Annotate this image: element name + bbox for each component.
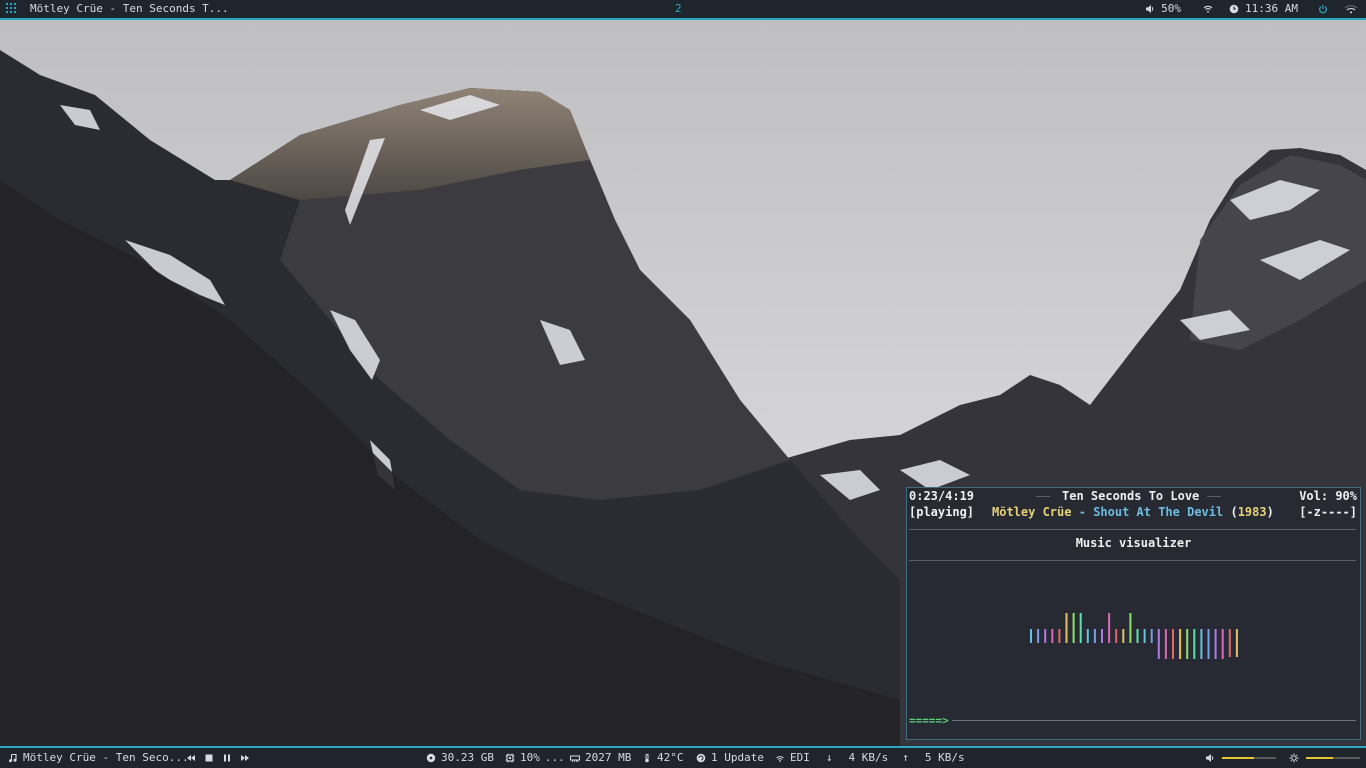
memory-icon <box>570 755 580 762</box>
album-year: 1983 <box>1237 505 1267 519</box>
next-icon[interactable] <box>240 753 250 763</box>
volume-slider-fill <box>1222 757 1255 759</box>
temperature-module[interactable]: 42°C <box>642 748 684 768</box>
progress-track <box>952 720 1356 721</box>
network-module[interactable]: EDI ↓ 4 KB/s ↑ 5 KB/s <box>775 748 965 768</box>
pause-icon[interactable] <box>222 753 232 763</box>
wifi-signal-icon[interactable] <box>1344 4 1358 14</box>
brightness-module[interactable] <box>1289 748 1299 768</box>
download-speed: 4 KB/s <box>848 751 889 764</box>
spectrum-visualizer <box>1030 613 1238 659</box>
song-title: Ten Seconds To Love <box>1062 489 1200 503</box>
album-name: Shout At The Devil <box>1093 505 1224 519</box>
cpu-icon <box>505 753 515 763</box>
active-window-title[interactable]: Mötley Crüe - Ten Seconds T... <box>30 0 229 18</box>
wifi-icon <box>776 756 784 762</box>
workspace-indicator[interactable]: 2 <box>675 0 682 18</box>
elapsed-time: 0:23/4:19 <box>909 489 975 503</box>
update-icon <box>696 753 706 763</box>
screen-title-divider <box>909 560 1356 561</box>
disk-icon <box>426 753 436 763</box>
brightness-slider[interactable] <box>1306 757 1360 759</box>
memory-usage: 2027 MB <box>585 751 632 764</box>
disk-usage: 30.23 GB <box>441 751 494 764</box>
clock-time[interactable]: 11:36 AM <box>1245 0 1298 18</box>
volume-level[interactable]: 50% <box>1161 0 1181 18</box>
speaker-icon[interactable] <box>1145 4 1155 14</box>
network-name: EDI <box>790 751 810 764</box>
upload-speed: 5 KB/s <box>924 751 965 764</box>
apps-grid-icon[interactable] <box>6 3 18 15</box>
year-open: ( <box>1230 505 1238 519</box>
screen-title: Music visualizer <box>1075 536 1192 550</box>
bottom-bar: Mötley Crüe - Ten Seco... 30.23 GB 10% .… <box>0 746 1366 768</box>
year-close: ) <box>1266 505 1274 519</box>
temperature-icon <box>645 754 649 763</box>
stop-icon[interactable] <box>204 753 214 763</box>
now-playing-module[interactable]: Mötley Crüe - Ten Seco... <box>8 748 189 768</box>
volume-module[interactable] <box>1205 748 1215 768</box>
music-player-terminal[interactable]: 0:23/4:19 [playing] Ten Seconds To Love … <box>906 487 1361 740</box>
volume-slider[interactable] <box>1222 757 1276 759</box>
updates-count: 1 Update <box>711 751 764 764</box>
now-playing-text[interactable]: Mötley Crüe - Ten Seco... <box>23 748 189 768</box>
disk-module[interactable]: 30.23 GB <box>426 748 494 768</box>
top-bar: Mötley Crüe - Ten Seconds T... 2 50% 11:… <box>0 0 1366 20</box>
player-volume: Vol: 90% <box>1299 489 1357 503</box>
status-area: 50% 11:36 AM <box>1145 0 1358 18</box>
cpu-more: ... <box>544 751 565 764</box>
song-info-line: Mötley Crüe - Shout At The Devil (1983) <box>992 505 1274 520</box>
progress-arrow: =====> <box>909 714 949 727</box>
artist-name: Mötley Crüe <box>992 505 1072 519</box>
music-note-icon <box>9 753 17 763</box>
player-status: [playing] <box>909 505 975 519</box>
title-rule-right <box>1207 496 1221 497</box>
player-flags: [-z----] <box>1299 505 1357 519</box>
brightness-slider-fill <box>1306 757 1333 759</box>
wifi-icon[interactable] <box>1203 4 1213 14</box>
header-divider <box>909 529 1356 530</box>
cpu-temperature: 42°C <box>657 751 684 764</box>
brightness-icon <box>1289 753 1299 763</box>
previous-icon[interactable] <box>186 753 196 763</box>
info-separator: - <box>1078 505 1086 519</box>
upload-arrow: ↑ <box>902 751 909 764</box>
power-icon[interactable] <box>1318 4 1328 14</box>
download-arrow: ↓ <box>825 751 833 764</box>
title-rule-left <box>1036 496 1050 497</box>
cpu-usage: 10% <box>520 751 540 764</box>
clock-icon <box>1229 4 1239 14</box>
memory-module[interactable]: 2027 MB <box>570 748 631 768</box>
volume-icon <box>1206 754 1214 762</box>
updates-module[interactable]: 1 Update <box>696 748 764 768</box>
media-controls <box>186 748 250 768</box>
cpu-module[interactable]: 10% ... <box>505 748 565 768</box>
